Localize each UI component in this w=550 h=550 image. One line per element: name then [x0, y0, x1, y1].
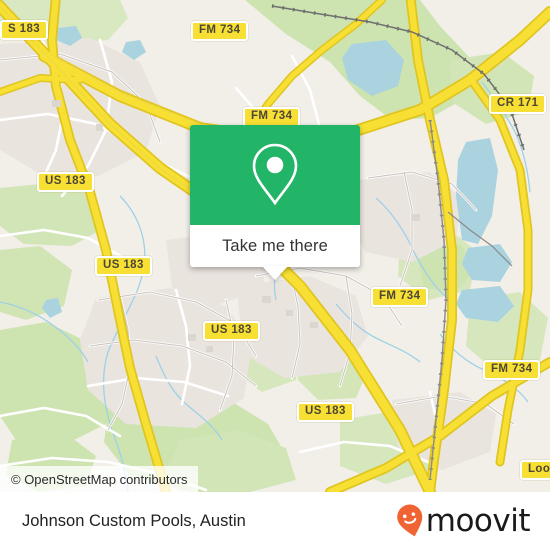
- place-title: Johnson Custom Pools, Austin: [22, 511, 246, 530]
- moovit-logo[interactable]: moovit: [395, 503, 531, 539]
- attribution-text[interactable]: © OpenStreetMap contributors: [11, 472, 188, 487]
- screenshot-root: S 183 FM 734 CR 171 FM 734 US 183 US 183 FM 73…: [0, 0, 550, 550]
- map-attribution: © OpenStreetMap contributors: [0, 466, 198, 492]
- shield-loop-1: Loop 1: [520, 460, 550, 480]
- popup-action-bar[interactable]: Take me there: [190, 225, 360, 280]
- map-pin-icon: [252, 143, 298, 206]
- moovit-pin-icon: [397, 504, 422, 537]
- shield-fm-734-top: FM 734: [191, 21, 249, 41]
- shield-fm-734-upper-mid: FM 734: [243, 107, 301, 127]
- location-popup[interactable]: Take me there: [190, 125, 360, 280]
- shield-us-183-left-upper: US 183: [37, 172, 94, 192]
- map-canvas[interactable]: S 183 FM 734 CR 171 FM 734 US 183 US 183 FM 73…: [0, 0, 550, 492]
- shield-us-183-topleft: S 183: [0, 20, 49, 40]
- shield-us-183-center: US 183: [203, 321, 260, 341]
- shield-fm-734-lower-right: FM 734: [483, 360, 541, 380]
- popup-header: [190, 125, 360, 225]
- footer-bar: Johnson Custom Pools, Austin moovit: [0, 492, 550, 550]
- moovit-wordmark: moovit: [425, 503, 531, 539]
- popup-pointer-tail: [262, 266, 288, 280]
- take-me-there-label[interactable]: Take me there: [222, 237, 328, 256]
- shield-us-183-left-lower: US 183: [95, 256, 152, 276]
- shield-us-183-bottom: US 183: [297, 402, 354, 422]
- shield-cr-171: CR 171: [489, 94, 547, 114]
- shield-fm-734-mid-right: FM 734: [371, 287, 429, 307]
